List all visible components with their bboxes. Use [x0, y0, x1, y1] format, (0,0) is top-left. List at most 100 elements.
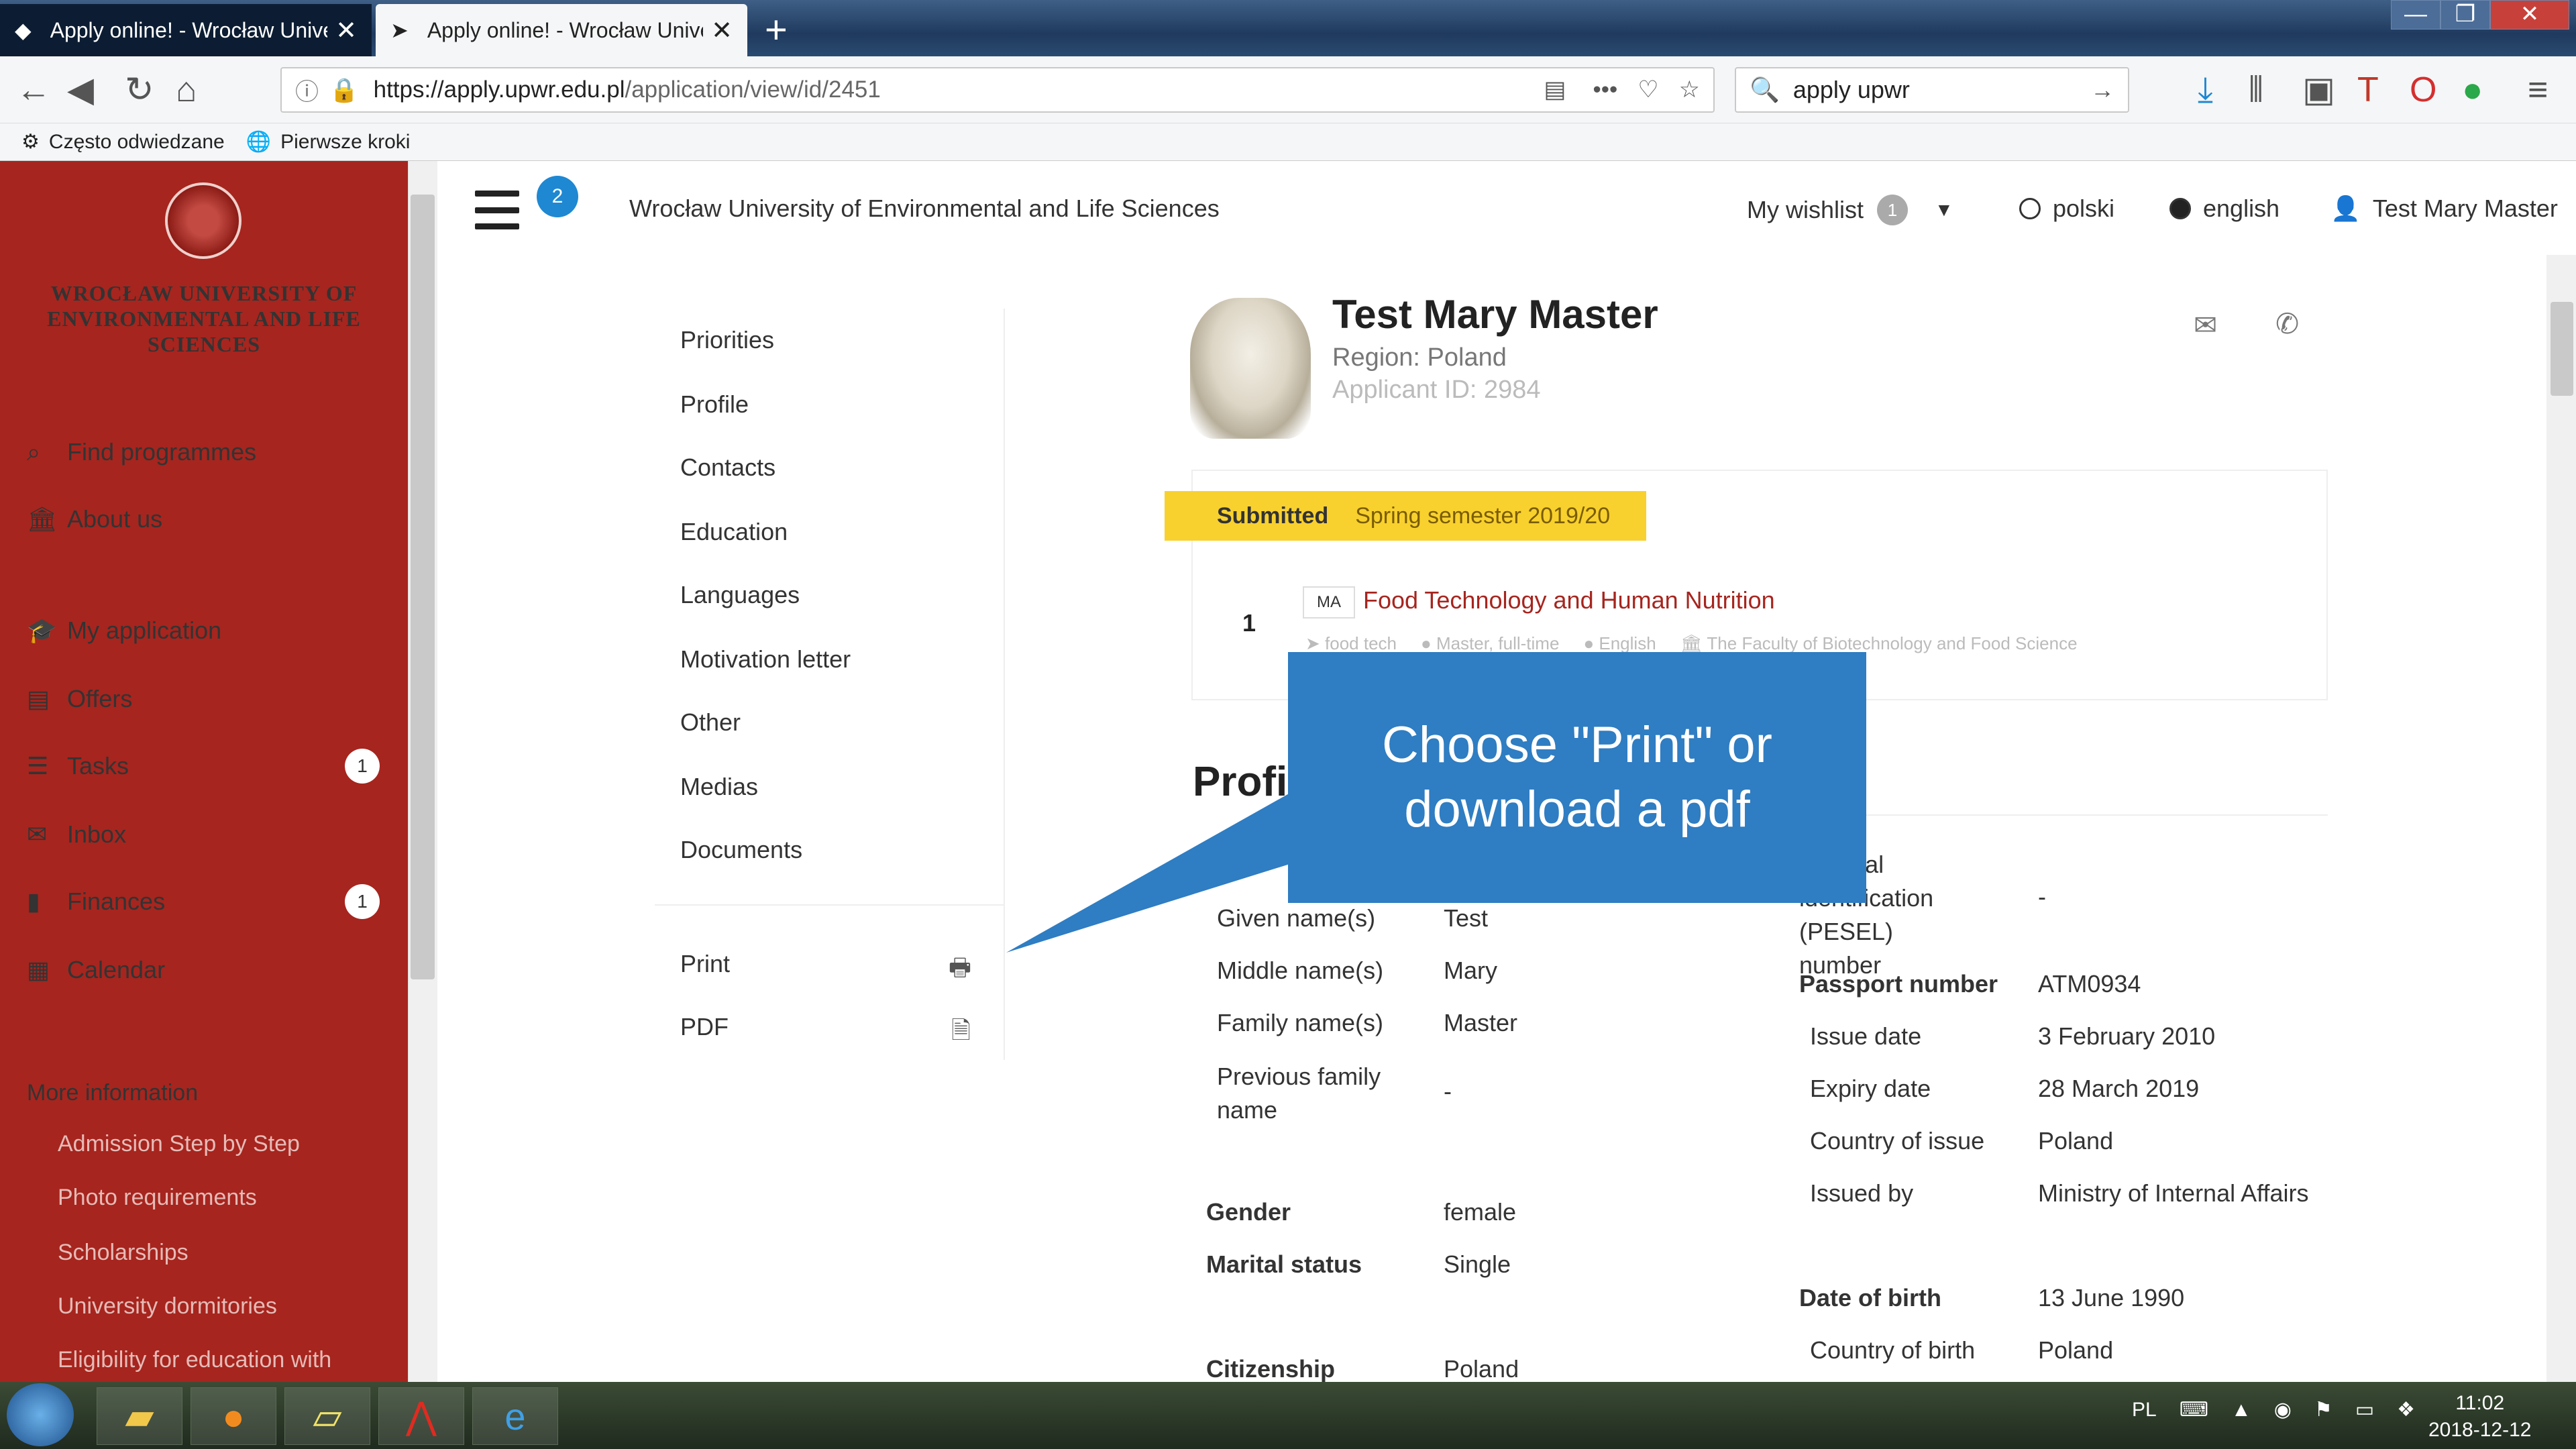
menu-icon[interactable]: ≡: [2528, 70, 2548, 110]
bookmark-frequent[interactable]: Często odwiedzane: [49, 131, 225, 154]
link-dormitories[interactable]: University dormitories: [58, 1293, 277, 1320]
translate-extension-icon[interactable]: T: [2357, 70, 2379, 110]
address-bar[interactable]: ⓘ 🔒 https://apply.upwr.edu.pl /applicati…: [280, 67, 1715, 113]
back-arrow-icon[interactable]: ←: [16, 70, 51, 110]
sidebar-item-tasks[interactable]: ☰ Tasks 1: [27, 746, 389, 786]
opera-extension-icon[interactable]: O: [2410, 70, 2436, 110]
print-link[interactable]: Print: [680, 950, 730, 978]
field-value: Ministry of Internal Affairs: [2038, 1179, 2309, 1207]
dot-icon: ●: [1421, 633, 1436, 653]
library-icon[interactable]: ⫴: [2249, 70, 2263, 111]
field-label: Issued by: [1810, 1179, 1914, 1207]
link-eligibility[interactable]: Eligibility for education with: [58, 1347, 331, 1373]
sidebar-item-calendar[interactable]: ▦ Calendar: [27, 950, 389, 990]
sidebar-item-label: Inbox: [67, 820, 127, 848]
pdf-link[interactable]: PDF: [680, 1013, 729, 1041]
sidebar-item-label: About us: [67, 505, 163, 533]
pocket-icon[interactable]: ♡: [1638, 76, 1658, 103]
phone-icon[interactable]: ✆: [2275, 307, 2299, 340]
info-icon[interactable]: ⓘ: [295, 73, 319, 107]
envelope-icon[interactable]: ✉: [2194, 309, 2217, 341]
tab-label: Apply online! - Wrocław Unive: [427, 17, 704, 42]
field-label: Country of issue: [1810, 1127, 1985, 1155]
close-window-button[interactable]: ✕: [2490, 0, 2569, 30]
sticky-notes-icon[interactable]: ▱: [284, 1387, 370, 1445]
reload-icon[interactable]: ↻: [125, 70, 154, 110]
bookmark-star-icon[interactable]: ☆: [1679, 76, 1700, 103]
acrobat-icon[interactable]: ⋀: [378, 1387, 464, 1445]
radio-icon[interactable]: [2169, 198, 2191, 219]
sidebar-item-inbox[interactable]: ✉ Inbox: [27, 814, 389, 855]
bookmark-first-steps[interactable]: Pierwsze kroki: [280, 131, 410, 154]
printer-icon[interactable]: 🖶: [949, 950, 971, 991]
sidebar-toggle-icon[interactable]: ▣: [2302, 70, 2335, 110]
applicant-name: Test Mary Master: [1332, 292, 1658, 337]
download-icon[interactable]: ⤓: [2198, 70, 2213, 111]
sidebar-item-about-us[interactable]: 🏛 About us: [27, 499, 389, 539]
search-input[interactable]: apply upwr: [1793, 76, 2090, 104]
section-link-languages[interactable]: Languages: [680, 581, 800, 609]
network-icon[interactable]: ▭: [2355, 1398, 2374, 1421]
programme-link[interactable]: Food Technology and Human Nutrition: [1363, 586, 1775, 614]
browser-tab-inactive[interactable]: ◆ Apply online! - Wrocław Univer ✕: [0, 4, 372, 56]
building-icon: 🏛: [1680, 633, 1707, 653]
university-logo[interactable]: [165, 182, 241, 259]
link-photo-requirements[interactable]: Photo requirements: [58, 1185, 257, 1211]
pdf-file-icon[interactable]: 🗎: [951, 1013, 971, 1054]
university-name[interactable]: Wrocław University of Environmental and …: [40, 280, 368, 357]
hamburger-menu-icon[interactable]: [475, 191, 519, 229]
user-menu[interactable]: 👤 Test Mary Master: [2330, 195, 2558, 223]
app-tray-icon[interactable]: ◉: [2274, 1398, 2292, 1421]
file-explorer-icon[interactable]: ▰: [97, 1387, 182, 1445]
minimize-button[interactable]: —: [2391, 0, 2440, 30]
reader-view-icon[interactable]: ▤: [1544, 76, 1566, 103]
search-box[interactable]: 🔍 apply upwr →: [1735, 67, 2129, 113]
speaker-icon[interactable]: ◀: [67, 70, 94, 110]
close-tab-icon[interactable]: ✕: [335, 15, 357, 46]
go-arrow-icon[interactable]: →: [2090, 76, 2114, 104]
new-tab-button[interactable]: +: [765, 7, 788, 54]
flag-icon[interactable]: ⚑: [2314, 1398, 2332, 1421]
degree-badge: MA: [1303, 586, 1355, 619]
dropbox-icon[interactable]: ❖: [2397, 1398, 2415, 1421]
language-option-english[interactable]: english: [2169, 195, 2279, 223]
ghostery-extension-icon[interactable]: ●: [2462, 70, 2483, 110]
section-link-documents[interactable]: Documents: [680, 836, 802, 864]
browser-tab-active[interactable]: ➤ Apply online! - Wrocław Unive ✕: [376, 4, 747, 56]
section-link-other[interactable]: Other: [680, 708, 741, 737]
maximize-button[interactable]: ❐: [2440, 0, 2490, 30]
internet-explorer-icon[interactable]: e: [472, 1387, 558, 1445]
section-link-priorities[interactable]: Priorities: [680, 326, 774, 354]
sidebar-item-find-programmes[interactable]: ⌕ Find programmes: [27, 432, 389, 472]
wishlist-button[interactable]: My wishlist 1 ▼: [1747, 195, 1953, 225]
section-link-motivation-letter[interactable]: Motivation letter: [680, 645, 851, 674]
sidebar-scroll-thumb[interactable]: [411, 195, 435, 979]
main-scroll-thumb[interactable]: [2551, 302, 2573, 396]
section-link-education[interactable]: Education: [680, 518, 788, 546]
section-link-contacts[interactable]: Contacts: [680, 453, 775, 482]
more-actions-icon[interactable]: •••: [1593, 76, 1617, 103]
link-admission-steps[interactable]: Admission Step by Step: [58, 1131, 300, 1157]
main-scrollbar[interactable]: [2546, 255, 2576, 1382]
language-option-polski[interactable]: polski: [2019, 195, 2114, 223]
chevron-down-icon[interactable]: ▼: [1935, 199, 1953, 221]
keyboard-icon[interactable]: ⌨: [2180, 1398, 2208, 1421]
close-tab-icon[interactable]: ✕: [711, 15, 733, 46]
bookmarks-bar: ⚙ Często odwiedzane 🌐 Pierwsze kroki: [0, 123, 2576, 161]
radio-icon[interactable]: [2019, 198, 2041, 219]
start-button-icon[interactable]: [7, 1383, 74, 1446]
section-link-medias[interactable]: Medias: [680, 773, 758, 801]
section-link-profile[interactable]: Profile: [680, 390, 749, 419]
firefox-icon[interactable]: ●: [191, 1387, 276, 1445]
sidebar-item-label: My application: [67, 616, 222, 644]
home-icon[interactable]: ⌂: [176, 70, 197, 110]
user-name: Test Mary Master: [2372, 195, 2558, 222]
sidebar-item-my-application[interactable]: 🎓 My application: [27, 610, 389, 651]
link-scholarships[interactable]: Scholarships: [58, 1240, 189, 1266]
clock[interactable]: 11:02 2018-12-12: [2428, 1390, 2531, 1444]
tray-expand-icon[interactable]: ▲: [2231, 1399, 2251, 1421]
language-indicator[interactable]: PL: [2132, 1399, 2157, 1421]
notification-badge[interactable]: 2: [537, 176, 578, 217]
sidebar-item-finances[interactable]: ▮ Finances 1: [27, 881, 389, 922]
sidebar-item-offers[interactable]: ▤ Offers: [27, 679, 389, 719]
